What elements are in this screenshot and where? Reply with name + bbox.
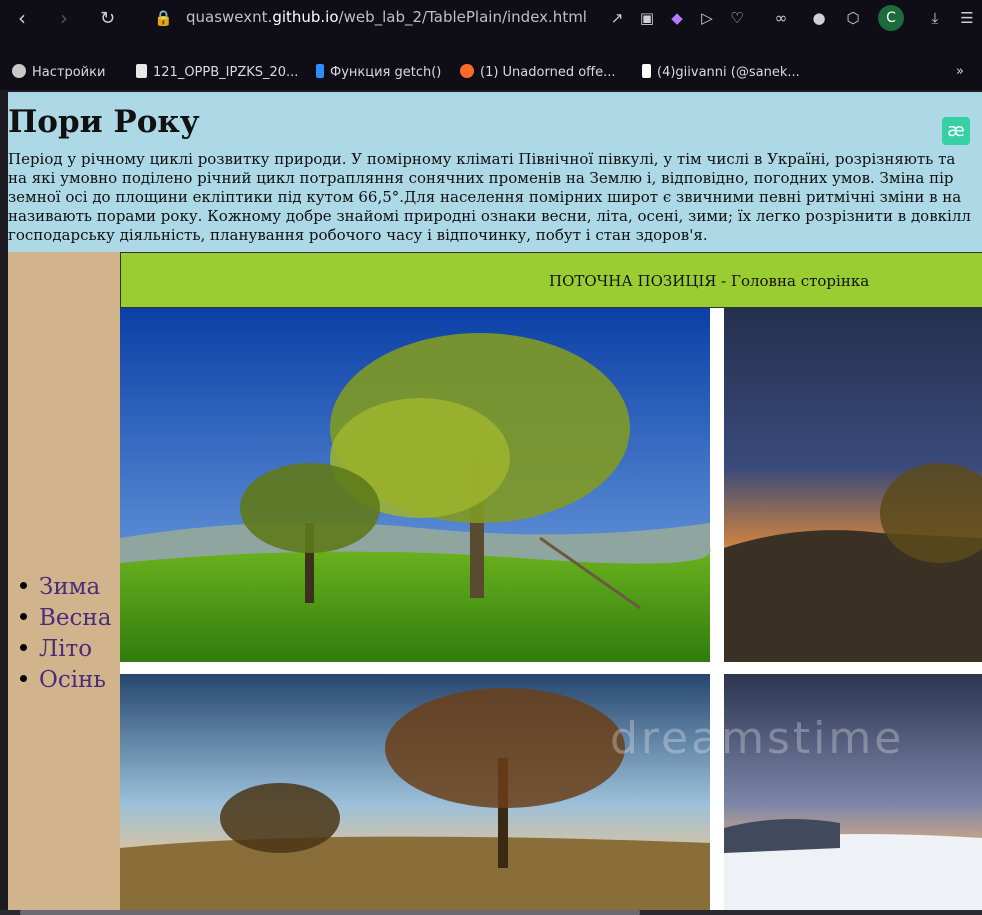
bookmarks-more-button[interactable]: » (956, 64, 964, 79)
bookmark-settings[interactable]: Настройки (12, 64, 105, 80)
menu-item-spring[interactable]: Весна (20, 603, 111, 634)
url-path: /web_lab_2/TablePlain/index.html (338, 8, 587, 26)
intro-line: господарську діяльність, планування робо… (8, 226, 708, 244)
reddit-icon (460, 64, 474, 78)
scrollbar-thumb[interactable] (20, 910, 640, 915)
s-logo-icon (316, 64, 324, 78)
shield-icon[interactable]: ◆ (668, 9, 686, 27)
avatar[interactable]: C (878, 5, 904, 31)
season-menu: Зима Весна Літо Осінь (20, 572, 111, 696)
position-bar: ПОТОЧНА ПОЗИЦІЯ - Головна сторінка (120, 252, 982, 308)
reload-icon[interactable]: ↻ (100, 8, 115, 29)
menu-icon[interactable]: ☰ (958, 9, 976, 27)
bookmark-tiktok[interactable]: (4)giivanni (@sanek... (642, 64, 800, 80)
send-icon[interactable]: ▷ (698, 9, 716, 27)
collage-svg (120, 308, 982, 910)
main-content: ПОТОЧНА ПОЗИЦІЯ - Головна сторінка dream… (120, 252, 982, 910)
intro-line: Період у річному циклі розвитку природи.… (8, 150, 956, 168)
camera-icon[interactable]: ▣ (638, 9, 656, 27)
menu-item-autumn[interactable]: Осінь (20, 665, 111, 696)
page-title: Пори Року (8, 104, 200, 140)
heart-icon[interactable]: ♡ (728, 9, 746, 27)
page-header: Пори Року æ Період у річному циклі розви… (8, 92, 982, 252)
intro-text: Період у річному циклі розвитку природи.… (8, 150, 982, 245)
lock-icon[interactable]: 🔒 (154, 9, 173, 27)
sidebar: Зима Весна Літо Осінь (8, 252, 120, 910)
cube-icon[interactable]: ⬡ (844, 9, 862, 27)
bullet-icon (20, 644, 27, 651)
seasons-collage-image: dreamstime (120, 308, 982, 910)
document-icon (136, 64, 147, 78)
forward-icon[interactable]: › (60, 6, 68, 30)
watermark: dreamstime (610, 713, 905, 764)
intro-line: називають порами року. Кожному добре зна… (8, 207, 971, 225)
extension-icon[interactable]: ∞ (772, 9, 790, 27)
browser-toolbar: ‹ › ↻ 🔒 quaswexnt.github.io/web_lab_2/Ta… (0, 0, 982, 62)
bookmark-oppb[interactable]: 121_OPPB_IPZKS_20... (136, 64, 298, 80)
globe-icon[interactable]: ● (810, 9, 828, 27)
bookmark-reddit[interactable]: (1) Unadorned offe... (460, 64, 616, 80)
bullet-icon (20, 582, 27, 589)
intro-line: земної осі до площини екліптики під куто… (8, 188, 962, 206)
tiktok-icon (642, 64, 651, 78)
address-bar[interactable]: quaswexnt.github.io/web_lab_2/TablePlain… (186, 8, 587, 26)
intro-line: на які умовно поділено річний цикл потра… (8, 169, 954, 187)
back-icon[interactable]: ‹ (18, 6, 26, 30)
share-icon[interactable]: ↗ (608, 9, 626, 27)
menu-item-winter[interactable]: Зима (20, 572, 111, 603)
extension-badge-icon[interactable]: æ (942, 117, 970, 145)
bookmark-getch[interactable]: Функция getch() (316, 64, 441, 80)
menu-item-summer[interactable]: Літо (20, 634, 111, 665)
bullet-icon (20, 675, 27, 682)
download-icon[interactable]: ⤓ (926, 9, 944, 27)
url-domain: github.io (272, 8, 339, 26)
url-prefix: quaswexnt. (186, 8, 273, 26)
current-position-text: ПОТОЧНА ПОЗИЦІЯ - Головна сторінка (549, 272, 870, 290)
gear-icon (12, 64, 26, 78)
web-page: Пори Року æ Період у річному циклі розви… (8, 92, 982, 910)
bullet-icon (20, 613, 27, 620)
